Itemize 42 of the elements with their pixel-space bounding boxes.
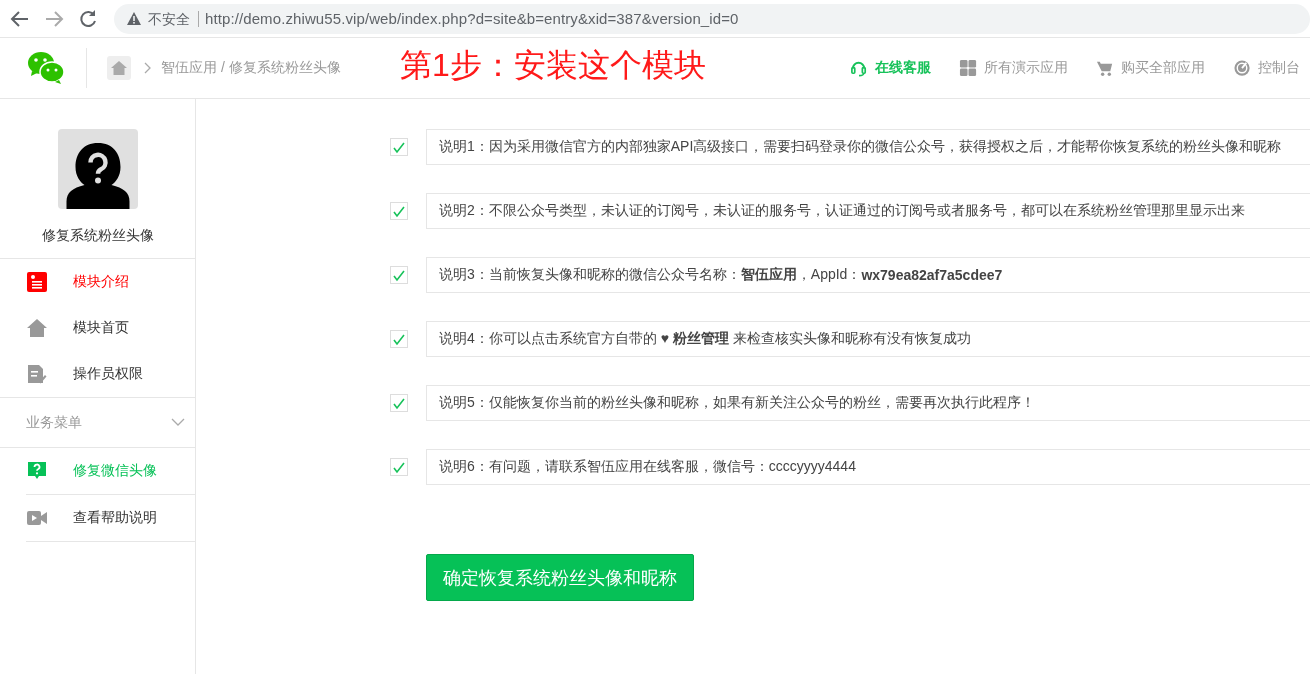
note-text: 说明6：有问题，请联系智伍应用在线客服，微信号：ccccyyyy4444 (426, 449, 1310, 485)
address-bar[interactable]: 不安全 http://demo.zhiwu55.vip/web/index.php?d=site&b=entry&xid=387&version_id=0 (114, 3, 1310, 34)
note-text: 说明5：仅能恢复你当前的粉丝头像和昵称，如果有新关注公众号的粉丝，需要再次执行此程序！ (426, 385, 1310, 421)
checkmark-icon (392, 396, 406, 410)
home-button[interactable] (107, 56, 131, 80)
checkmark-icon (392, 204, 406, 218)
sidebar-item[interactable]: 查看帮助说明 (26, 495, 195, 542)
menu-group-label: 业务菜单 (26, 413, 82, 432)
checkmark-icon (392, 268, 406, 282)
checkmark-icon (392, 332, 406, 346)
grid-icon (959, 58, 978, 78)
wechat-logo-icon (26, 50, 66, 86)
nav-link[interactable]: 购买全部应用 (1096, 58, 1205, 78)
security-label: 不安全 (148, 10, 199, 27)
note-text: 说明2：不限公众号类型，未认证的订阅号，未认证的服务号，认证通过的订阅号或者服务号，都可以在系统粉丝管理那里显示出来 (426, 193, 1310, 229)
note-text: 说明3：当前恢复头像和昵称的微信公众号名称：智伍应用，AppId：wx79ea82af7a5cdee7 (426, 257, 1310, 293)
nav-link[interactable]: 所有演示应用 (959, 58, 1068, 78)
url-text: http://demo.zhiwu55.vip/web/index.php?d=site&b=entry&xid=387&version_id=0 (205, 10, 739, 27)
checkmark-icon (392, 140, 406, 154)
house-icon (111, 60, 127, 76)
sidebar-item[interactable]: 模块首页 (0, 305, 195, 351)
chevron-right-icon (143, 62, 153, 74)
note-text: 说明4：你可以点击系统官方自带的 ♥ 粉丝管理 来检查核实头像和昵称有没有恢复成功 (426, 321, 1310, 357)
checkbox[interactable] (390, 202, 408, 220)
confirm-button[interactable]: 确定恢复系统粉丝头像和昵称 (426, 554, 694, 601)
sidebar-item[interactable]: 修复微信头像 (26, 448, 195, 495)
module-title: 修复系统粉丝头像 (41, 227, 154, 245)
checkbox[interactable] (390, 266, 408, 284)
nav-link[interactable]: 在线客服 (850, 58, 931, 78)
checkbox[interactable] (390, 394, 408, 412)
sidebar-item[interactable]: 操作员权限 (0, 351, 195, 397)
sidebar-item[interactable]: 模块介绍 (0, 259, 195, 305)
note-text: 说明1：因为采用微信官方的内部独家API高级接口，需要扫码登录你的微信公众号，获得授权之后，才能帮你恢复系统的粉丝头像和昵称 (426, 129, 1310, 165)
checkmark-icon (392, 460, 406, 474)
checkbox[interactable] (390, 138, 408, 156)
annotation-text: 第1步：安装这个模块 (400, 46, 706, 85)
checkbox[interactable] (390, 458, 408, 476)
checkbox[interactable] (390, 330, 408, 348)
warning-icon (126, 10, 142, 27)
gauge-icon (1233, 58, 1252, 78)
nav-link[interactable]: 控制台 (1233, 58, 1300, 78)
breadcrumb: 智伍应用 / 修复系统粉丝头像 (161, 59, 341, 77)
